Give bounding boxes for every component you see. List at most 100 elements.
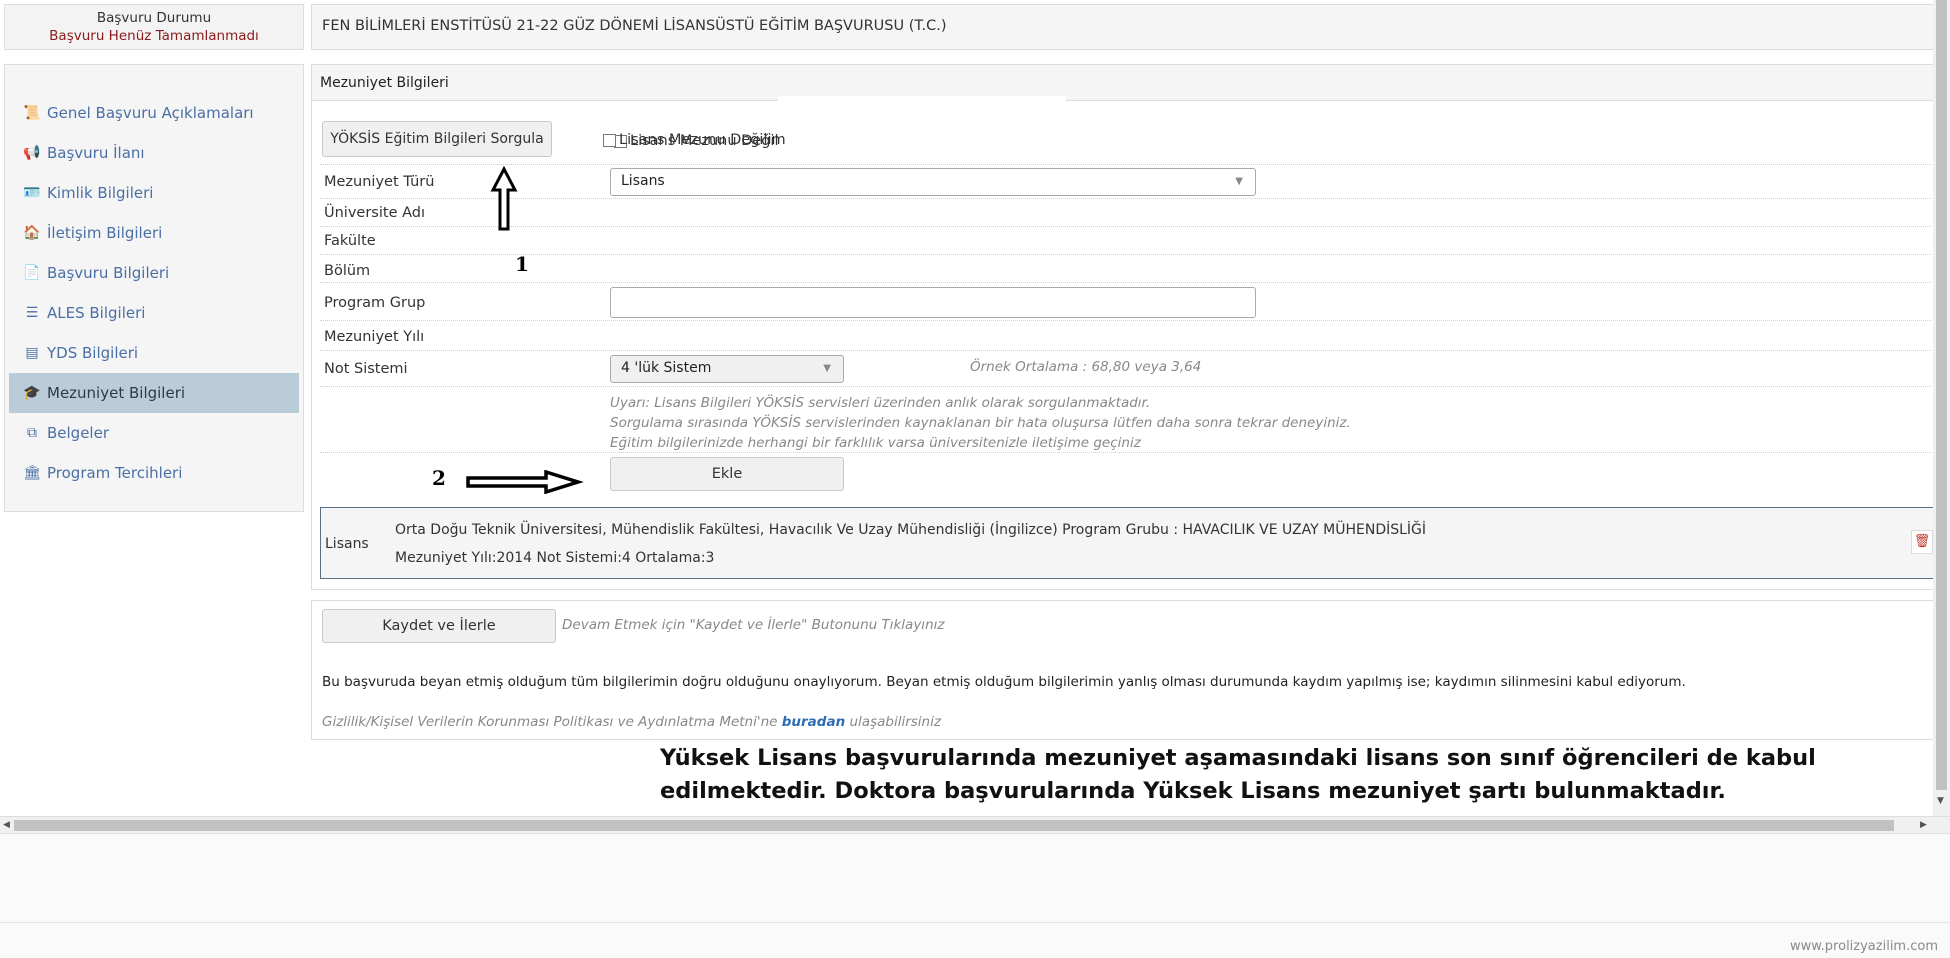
status-title: Başvuru Durumu (96, 10, 212, 26)
grade-system-row: Not Sistemi 4 'lük Sistem ▼ Örnek Ortala… (320, 351, 1940, 387)
privacy-prefix: Gizlilik/Kişisel Verilerin Korunması Pol… (322, 714, 778, 730)
department-row: Bölüm (320, 255, 1940, 283)
horizontal-scroll-thumb[interactable] (14, 820, 1894, 831)
grade-system-value: 4 'lük Sistem (621, 360, 712, 376)
sidebar-item-basvuru-bilgileri[interactable]: 📄 Başvuru Bilgileri (5, 253, 303, 293)
not-graduate-checkbox-overlay[interactable]: Lisans Mezunu Değilim (603, 132, 786, 148)
sidebar-item-belgeler[interactable]: ⧉ Belgeler (5, 413, 303, 453)
sidebar-item-program-tercihleri[interactable]: 🏛 Program Tercihleri (5, 453, 303, 493)
chevron-down-icon: ▼ (823, 363, 831, 374)
scroll-icon: 📜 (23, 105, 41, 121)
copy-icon: ⧉ (27, 425, 37, 441)
redaction-block (778, 96, 1066, 160)
graduation-info-panel: Mezuniyet Bilgileri YÖKSİS Eğitim Bilgil… (311, 64, 1947, 590)
yoksis-row: YÖKSİS Eğitim Bilgileri Sorgula Lisans M… (320, 117, 1940, 165)
id-card-icon: 🪪 (23, 185, 41, 201)
record-summary: Mezuniyet Yılı:2014 Not Sistemi:4 Ortala… (395, 550, 715, 566)
scroll-left-arrow-icon[interactable]: ◀ (3, 820, 10, 830)
save-hint: Devam Etmek için "Kaydet ve İlerle" Buto… (562, 617, 945, 633)
privacy-link[interactable]: buradan (782, 714, 845, 730)
sidebar-item-iletisim[interactable]: 🏠 İletişim Bilgileri (5, 213, 303, 253)
page-title: FEN BİLİMLERİ ENSTİTÜSÜ 21-22 GÜZ DÖNEMİ… (311, 4, 1947, 50)
program-group-input[interactable] (610, 287, 1256, 318)
sidebar-item-label: ALES Bilgileri (47, 304, 146, 322)
graduation-year-row: Mezuniyet Yılı (320, 321, 1940, 351)
submit-panel: Kaydet ve İlerle Devam Etmek için "Kayde… (311, 600, 1947, 740)
horizontal-scrollbar[interactable]: ◀ ▶ (0, 816, 1950, 833)
panel-title: Mezuniyet Bilgileri (312, 65, 1946, 101)
address-book-icon: 🏠 (23, 225, 41, 241)
sidebar-item-label: Başvuru Bilgileri (47, 264, 170, 282)
sidebar-item-label: Başvuru İlanı (47, 144, 145, 162)
sidebar-item-label: Belgeler (47, 424, 109, 442)
record-type: Lisans (325, 536, 369, 552)
program-group-row: Program Grup (320, 283, 1940, 321)
annotation-number-2: 2 (432, 466, 446, 490)
sidebar-item-label: Mezuniyet Bilgileri (47, 384, 186, 402)
bottom-annotation-note: Yüksek Lisans başvurularında mezuniyet a… (660, 742, 1950, 808)
right-arrow-annotation (466, 470, 584, 494)
checkbox-overlay-text: Lisans Mezunu Değilim (619, 132, 786, 148)
vertical-scroll-thumb[interactable] (1936, 0, 1947, 790)
yoksis-warning: Uyarı: Lisans Bilgileri YÖKSİS servisler… (610, 393, 1351, 453)
megaphone-icon: 📢 (23, 145, 41, 161)
graduation-record: Lisans Orta Doğu Teknik Üniversitesi, Mü… (320, 507, 1940, 579)
sidebar-item-kimlik[interactable]: 🪪 Kimlik Bilgileri (5, 173, 303, 213)
sidebar-item-mezuniyet[interactable]: 🎓 Mezuniyet Bilgileri (9, 373, 299, 413)
scroll-right-arrow-icon[interactable]: ▶ (1920, 820, 1927, 830)
sidebar-item-genel-basvuru[interactable]: 📜 Genel Başvuru Açıklamaları (5, 93, 303, 133)
note-line-1: Yüksek Lisans başvurularında mezuniyet a… (660, 745, 1816, 771)
sidebar-item-yds[interactable]: ▤ YDS Bilgileri (5, 333, 303, 373)
document-icon: 📄 (23, 265, 41, 281)
graduation-type-row: Mezuniyet Türü Lisans ▼ (320, 165, 1940, 199)
privacy-suffix: ulaşabilirsiniz (849, 714, 941, 730)
graduation-type-label: Mezuniyet Türü (324, 174, 435, 190)
sidebar-item-label: Kimlik Bilgileri (47, 184, 154, 202)
scroll-down-arrow-icon[interactable]: ▼ (1937, 796, 1944, 806)
department-label: Bölüm (324, 263, 371, 279)
warning-row: Uyarı: Lisans Bilgileri YÖKSİS servisler… (320, 387, 1940, 453)
sidebar-item-label: Genel Başvuru Açıklamaları (47, 104, 254, 122)
graduation-year-label: Mezuniyet Yılı (324, 329, 425, 345)
record-detail: Orta Doğu Teknik Üniversitesi, Mühendisl… (395, 522, 1427, 538)
note-line-2: edilmektedir. Doktora başvurularında Yük… (660, 778, 1726, 804)
sidebar-item-label: Program Tercihleri (47, 464, 183, 482)
vertical-scrollbar[interactable]: ▼ (1933, 0, 1950, 816)
warning-line-3: Eğitim bilgilerinizde herhangi bir farkl… (610, 435, 1141, 451)
annotation-number-1: 1 (515, 252, 529, 276)
sidebar-item-label: İletişim Bilgileri (47, 224, 163, 242)
list-icon: ☰ (25, 305, 39, 321)
trash-icon[interactable]: 🗑 (1911, 530, 1933, 554)
warning-line-2: Sorgulama sırasında YÖKSİS servislerinde… (610, 415, 1351, 431)
graduation-cap-icon: 🎓 (23, 385, 41, 401)
watermark: www.prolizyazilim.com (1789, 939, 1938, 954)
sidebar-nav: 📜 Genel Başvuru Açıklamaları 📢 Başvuru İ… (4, 64, 304, 512)
institution-icon: 🏛 (23, 465, 41, 481)
up-arrow-annotation (490, 166, 518, 231)
bottom-divider (0, 922, 1950, 923)
faculty-label: Fakülte (324, 233, 376, 249)
privacy-line: Gizlilik/Kişisel Verilerin Korunması Pol… (322, 714, 941, 730)
grade-system-label: Not Sistemi (324, 361, 408, 377)
program-group-label: Program Grup (324, 295, 426, 311)
save-and-continue-button[interactable]: Kaydet ve İlerle (322, 609, 556, 643)
status-value: Başvuru Henüz Tamamlanmadı (49, 28, 259, 44)
consent-text: Bu başvuruda beyan etmiş olduğum tüm bil… (322, 674, 1686, 690)
graduation-type-value: Lisans (621, 173, 665, 189)
university-row: Üniversite Adı (320, 199, 1940, 227)
sample-average-hint: Örnek Ortalama : 68,80 veya 3,64 (970, 359, 1202, 375)
table-icon: ▤ (25, 345, 39, 361)
graduation-type-select[interactable]: Lisans ▼ (610, 168, 1256, 196)
warning-line-1: Uyarı: Lisans Bilgileri YÖKSİS servisler… (610, 395, 1151, 411)
checkbox-square[interactable] (603, 133, 616, 147)
faculty-row: Fakülte (320, 227, 1940, 255)
chevron-down-icon: ▼ (1235, 176, 1243, 187)
add-button[interactable]: Ekle (610, 457, 844, 491)
university-label: Üniversite Adı (324, 205, 425, 221)
grade-system-select[interactable]: 4 'lük Sistem ▼ (610, 355, 844, 383)
application-status-box: Başvuru Durumu Başvuru Henüz Tamamlanmad… (4, 4, 304, 50)
bottom-blank-area (0, 833, 1950, 958)
sidebar-item-basvuru-ilani[interactable]: 📢 Başvuru İlanı (5, 133, 303, 173)
sidebar-item-ales[interactable]: ☰ ALES Bilgileri (5, 293, 303, 333)
yoksis-query-button[interactable]: YÖKSİS Eğitim Bilgileri Sorgula (322, 121, 552, 157)
